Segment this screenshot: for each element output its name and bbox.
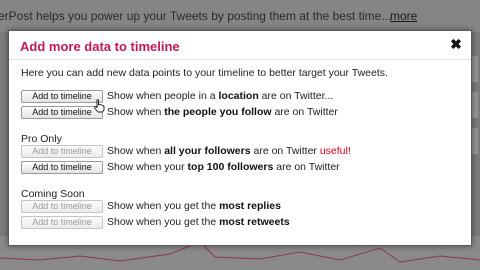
option-row-most-replies: Add to timeline Show when you get the mo… <box>21 199 281 213</box>
promo-banner: erPost helps you power up your Tweets by… <box>0 0 480 32</box>
option-text-pre: Show when you get the <box>107 216 220 228</box>
add-data-modal: Add more data to timeline ✖ Here you can… <box>8 30 472 246</box>
option-text-pre: Show when your <box>107 161 188 173</box>
option-text-pre: Show when you get the <box>107 200 220 212</box>
option-description: Show when the people you follow are on T… <box>107 106 338 118</box>
option-row-most-retweets: Add to timeline Show when you get the mo… <box>21 215 290 229</box>
add-following-button[interactable]: Add to timeline <box>21 105 103 119</box>
more-link[interactable]: more <box>390 0 417 32</box>
option-text-bold: all your followers <box>164 145 251 157</box>
option-description: Show when all your followers are on Twit… <box>107 145 351 157</box>
option-description: Show when your top 100 followers are on … <box>107 161 340 173</box>
option-text-bold: most replies <box>219 200 281 212</box>
option-text-post: are on Twitter... <box>258 90 334 102</box>
option-row-top-followers: Add to timeline Show when your top 100 f… <box>21 160 340 174</box>
modal-intro: Here you can add new data points to your… <box>21 67 388 79</box>
option-row-all-followers: Add to timeline Show when all your follo… <box>21 144 351 158</box>
option-text-post: are on Twitter <box>273 161 340 173</box>
option-text-bold: most retweets <box>219 216 290 228</box>
option-description: Show when people in a location are on Tw… <box>107 90 333 102</box>
add-most-replies-button[interactable]: Add to timeline <box>21 199 103 213</box>
add-location-button[interactable]: Add to timeline <box>21 89 103 103</box>
option-text-pre: Show when people in a <box>107 90 219 102</box>
option-text-post: are on Twitter <box>250 145 320 157</box>
add-top-followers-button[interactable]: Add to timeline <box>21 160 103 174</box>
close-icon[interactable]: ✖ <box>450 37 462 51</box>
option-text-pre: Show when <box>107 145 165 157</box>
option-description: Show when you get the most retweets <box>107 216 290 228</box>
hand-cursor-icon <box>94 99 105 113</box>
option-text-post: are on Twitter <box>271 106 338 118</box>
option-row-location: Add to timeline Show when people in a lo… <box>21 89 333 103</box>
option-description: Show when you get the most replies <box>107 200 281 212</box>
option-text-pre: Show when <box>107 106 165 118</box>
modal-title: Add more data to timeline <box>20 39 180 54</box>
useful-note: useful! <box>319 145 351 157</box>
option-text-bold: location <box>218 90 259 102</box>
option-row-following: Add to timeline Show when the people you… <box>21 105 338 119</box>
add-most-retweets-button[interactable]: Add to timeline <box>21 215 103 229</box>
option-text-bold: top 100 followers <box>187 161 274 173</box>
title-divider <box>9 59 471 60</box>
add-all-followers-button[interactable]: Add to timeline <box>21 144 103 158</box>
promo-banner-text: erPost helps you power up your Tweets by… <box>0 9 392 23</box>
option-text-bold: the people you follow <box>164 106 272 118</box>
